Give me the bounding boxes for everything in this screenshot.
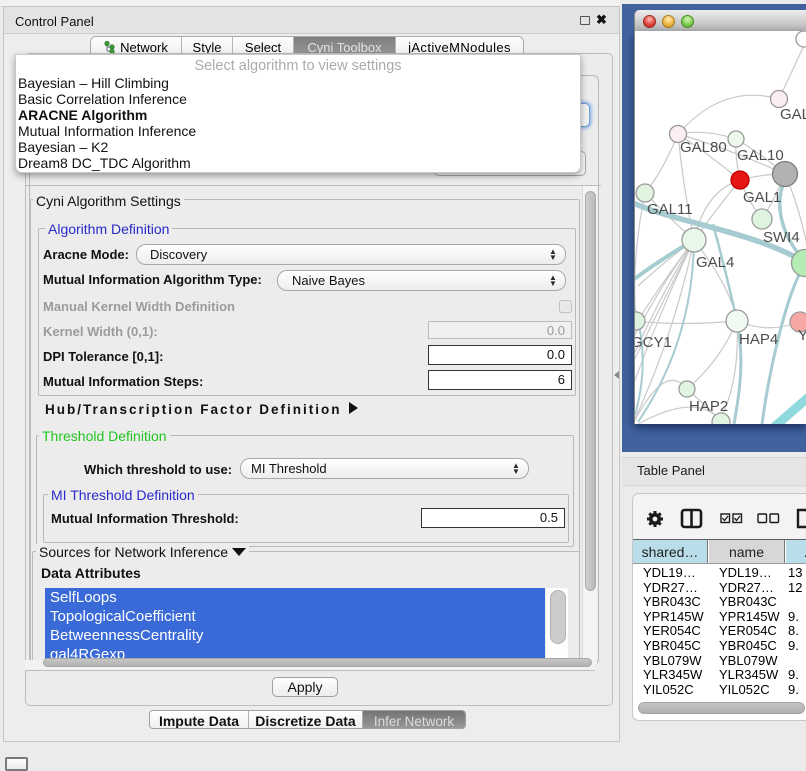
svg-text:GAL7: GAL7 [780,106,806,123]
svg-text:HAP2: HAP2 [689,398,728,415]
svg-text:GAL11: GAL11 [647,201,693,218]
svg-text:Y: Y [798,327,806,344]
svg-text:GCY1: GCY1 [635,334,672,351]
svg-text:HAP4: HAP4 [739,331,778,348]
svg-text:GAL80: GAL80 [680,139,727,156]
svg-text:GAL10: GAL10 [737,147,784,164]
svg-text:SWI4: SWI4 [763,229,800,246]
svg-text:GAL1: GAL1 [743,189,781,206]
svg-text:GAL4: GAL4 [696,254,734,271]
